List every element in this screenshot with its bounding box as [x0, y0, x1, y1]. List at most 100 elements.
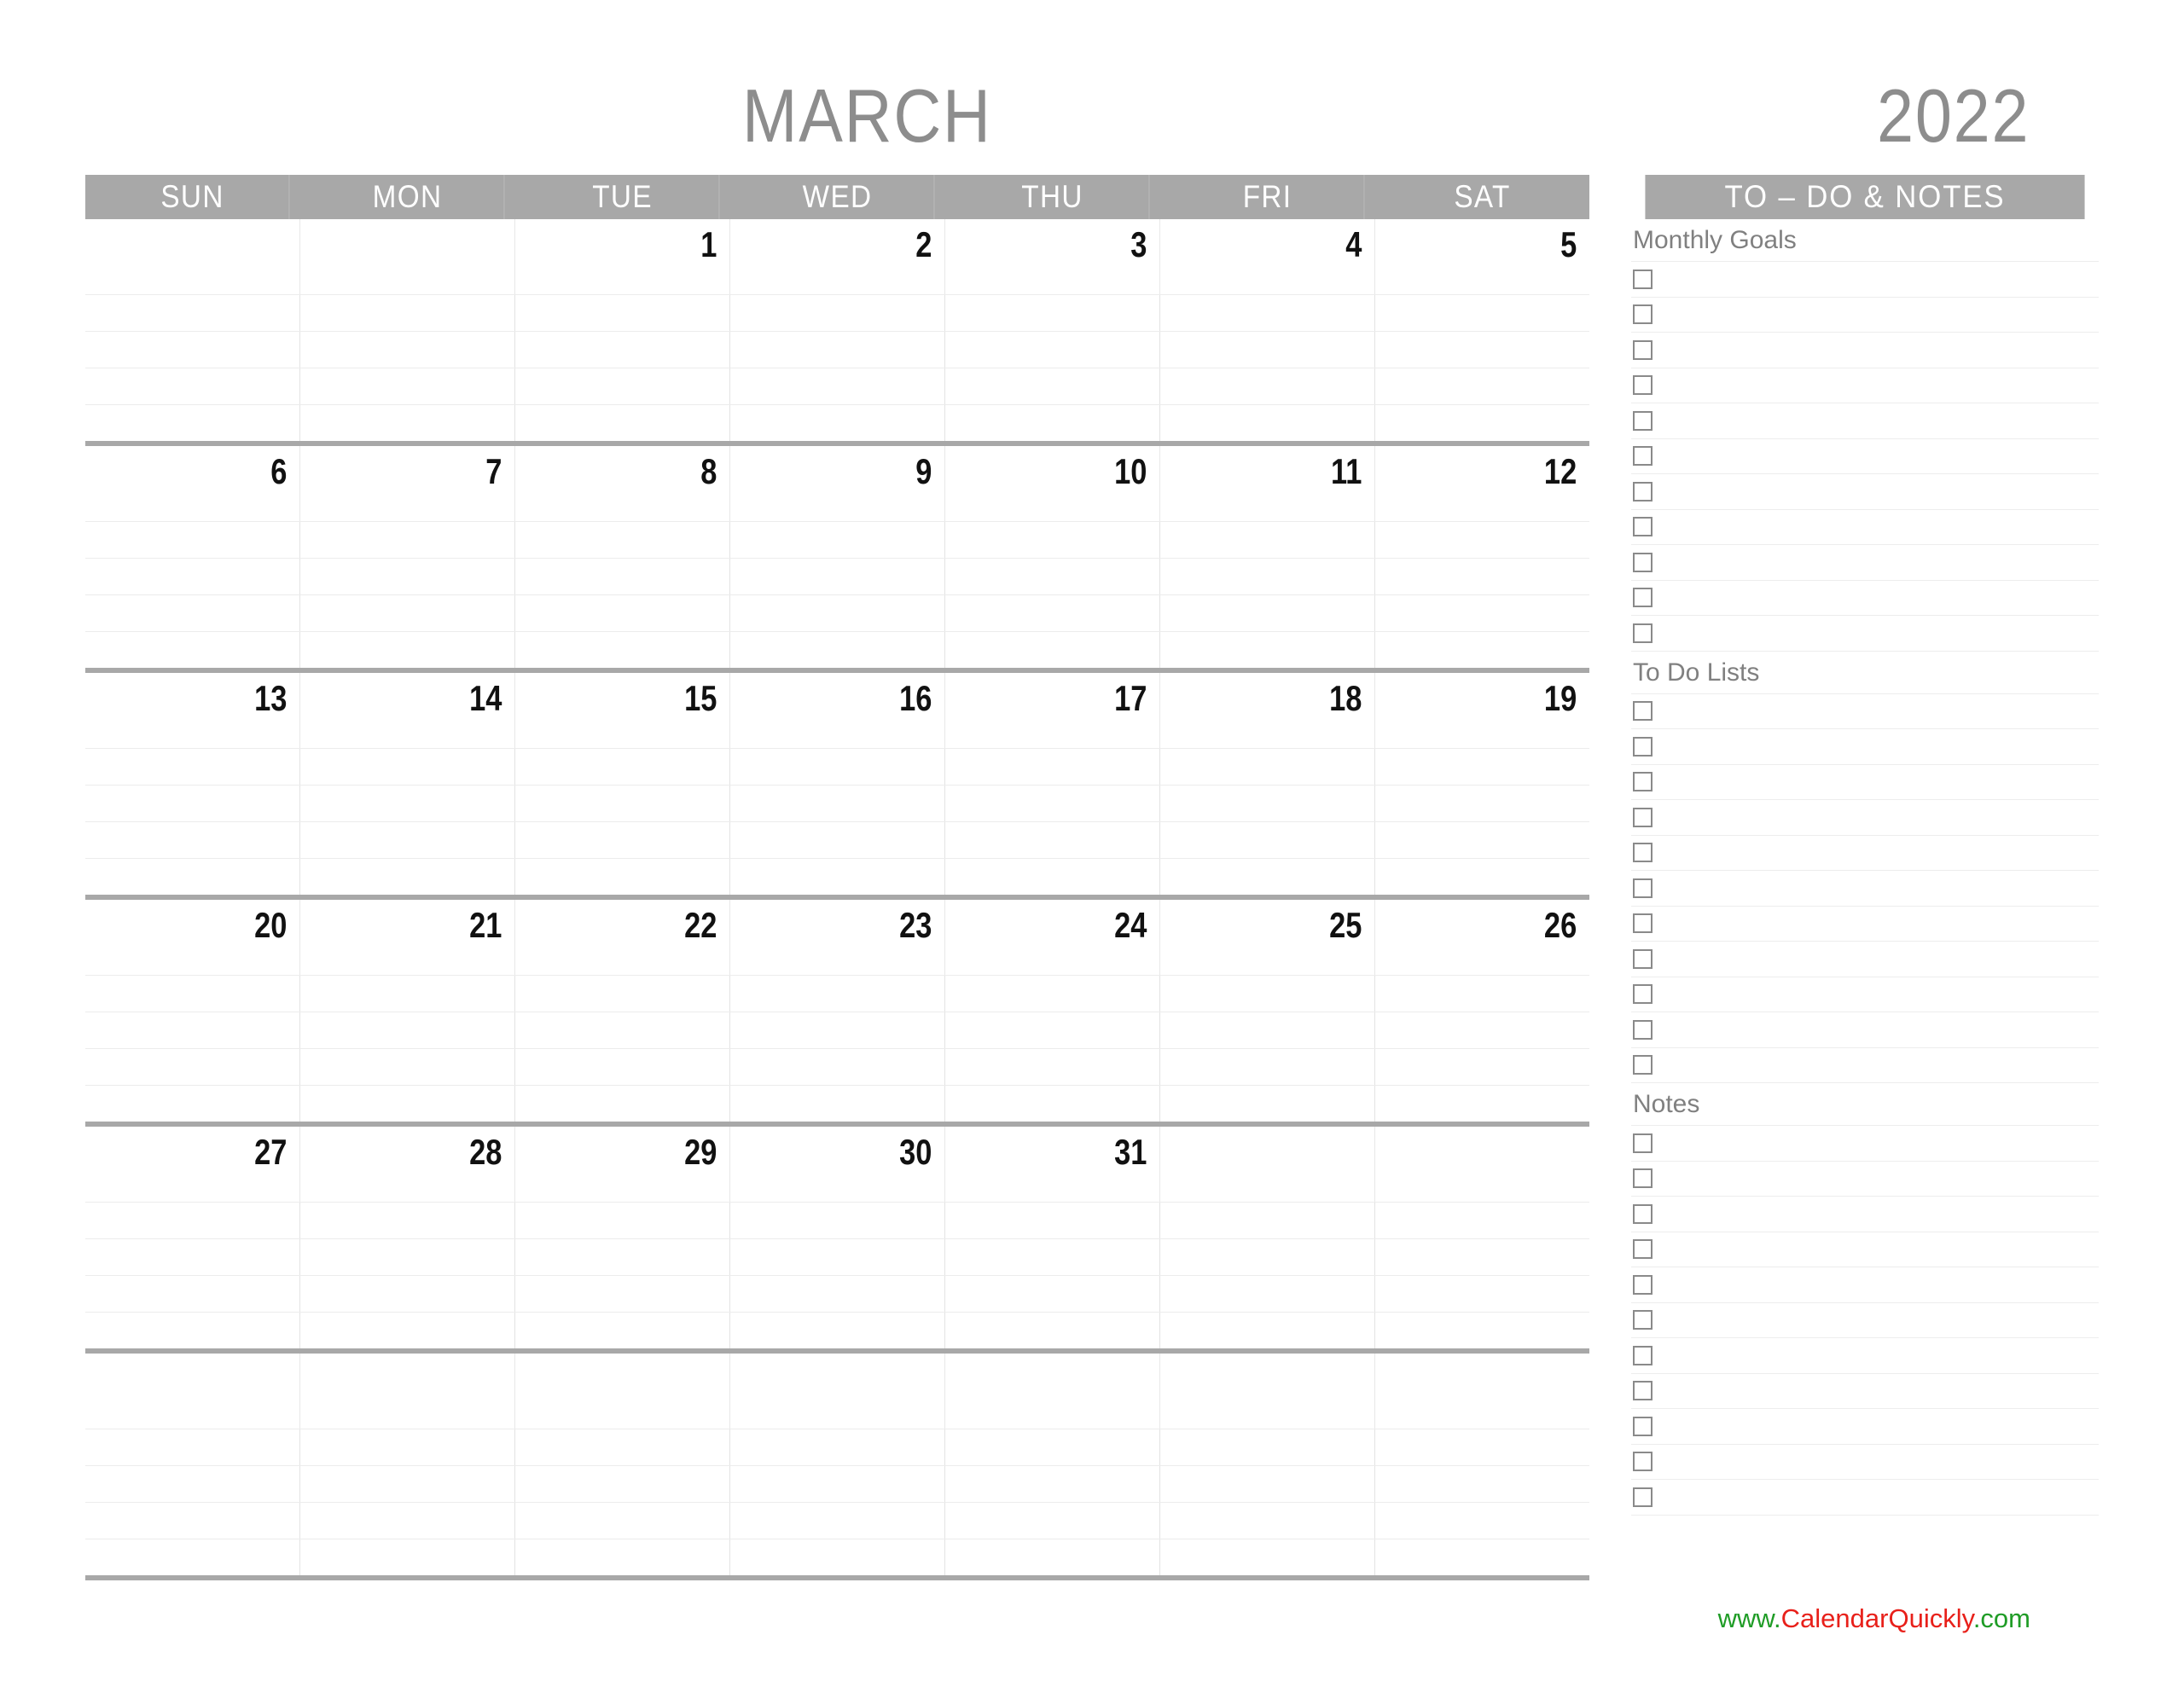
sidebar-checklist-row[interactable]: [1631, 474, 2099, 510]
calendar-writing-cell[interactable]: [300, 1429, 515, 1465]
calendar-writing-cell[interactable]: [1160, 1049, 1375, 1085]
calendar-writing-cell[interactable]: [730, 1429, 945, 1465]
checkbox-icon[interactable]: [1633, 913, 1653, 934]
sidebar-checklist-row[interactable]: [1631, 262, 2099, 298]
calendar-writing-cell[interactable]: [945, 822, 1160, 858]
calendar-writing-cell[interactable]: [515, 368, 730, 404]
calendar-writing-cell[interactable]: [1160, 1012, 1375, 1048]
calendar-writing-cell[interactable]: [730, 1503, 945, 1539]
sidebar-checklist-row[interactable]: [1631, 1409, 2099, 1445]
calendar-writing-cell[interactable]: [85, 976, 300, 1012]
calendar-writing-cell[interactable]: [1375, 1086, 1589, 1122]
calendar-writing-cell[interactable]: [1375, 522, 1589, 558]
sidebar-checklist-row[interactable]: [1631, 694, 2099, 729]
calendar-writing-cell[interactable]: [85, 786, 300, 821]
calendar-day-cell-empty[interactable]: [339, 219, 515, 294]
calendar-writing-cell[interactable]: [730, 368, 945, 404]
calendar-day-cell-2[interactable]: 2: [769, 219, 945, 294]
calendar-writing-cell[interactable]: [1160, 859, 1375, 895]
calendar-day-cell-25[interactable]: 25: [1199, 900, 1375, 975]
calendar-day-cell-26[interactable]: 26: [1414, 900, 1589, 975]
checkbox-icon[interactable]: [1633, 517, 1653, 537]
calendar-writing-cell[interactable]: [945, 368, 1160, 404]
sidebar-checklist-row[interactable]: [1631, 1445, 2099, 1480]
checkbox-icon[interactable]: [1633, 1452, 1653, 1472]
calendar-writing-cell[interactable]: [730, 405, 945, 441]
calendar-writing-cell[interactable]: [85, 295, 300, 331]
checkbox-icon[interactable]: [1633, 339, 1653, 360]
calendar-writing-cell[interactable]: [300, 749, 515, 785]
calendar-writing-cell[interactable]: [515, 976, 730, 1012]
calendar-writing-cell[interactable]: [730, 632, 945, 668]
sidebar-checklist-row[interactable]: [1631, 1267, 2099, 1303]
calendar-writing-cell[interactable]: [945, 976, 1160, 1012]
checkbox-icon[interactable]: [1633, 410, 1653, 431]
calendar-writing-cell[interactable]: [1160, 1276, 1375, 1312]
calendar-writing-cell[interactable]: [945, 405, 1160, 441]
calendar-writing-cell[interactable]: [945, 1466, 1160, 1502]
checkbox-icon[interactable]: [1633, 481, 1653, 501]
calendar-writing-cell[interactable]: [300, 522, 515, 558]
calendar-writing-cell[interactable]: [730, 1012, 945, 1048]
calendar-writing-cell[interactable]: [1375, 1049, 1589, 1085]
sidebar-checklist-row[interactable]: [1631, 1232, 2099, 1267]
calendar-writing-cell[interactable]: [515, 1012, 730, 1048]
calendar-writing-cell[interactable]: [300, 859, 515, 895]
calendar-day-cell-30[interactable]: 30: [769, 1127, 945, 1202]
calendar-writing-cell[interactable]: [515, 859, 730, 895]
calendar-writing-cell[interactable]: [730, 559, 945, 594]
checkbox-icon[interactable]: [1633, 304, 1653, 325]
calendar-day-cell-31[interactable]: 31: [984, 1127, 1160, 1202]
sidebar-checklist-row[interactable]: [1631, 942, 2099, 977]
calendar-day-cell-empty[interactable]: [339, 1354, 515, 1429]
calendar-writing-cell[interactable]: [85, 405, 300, 441]
calendar-writing-cell[interactable]: [945, 1239, 1160, 1275]
calendar-writing-cell[interactable]: [945, 295, 1160, 331]
calendar-writing-cell[interactable]: [730, 1239, 945, 1275]
calendar-writing-cell[interactable]: [85, 1012, 300, 1048]
calendar-writing-cell[interactable]: [1160, 1203, 1375, 1238]
calendar-writing-cell[interactable]: [515, 405, 730, 441]
calendar-day-cell-empty[interactable]: [1199, 1354, 1375, 1429]
calendar-writing-cell[interactable]: [730, 1049, 945, 1085]
sidebar-checklist-row[interactable]: [1631, 298, 2099, 333]
calendar-writing-cell[interactable]: [515, 1203, 730, 1238]
calendar-day-cell-16[interactable]: 16: [769, 673, 945, 748]
calendar-writing-cell[interactable]: [945, 632, 1160, 668]
calendar-writing-cell[interactable]: [945, 1049, 1160, 1085]
calendar-writing-cell[interactable]: [1160, 632, 1375, 668]
calendar-writing-cell[interactable]: [1375, 1503, 1589, 1539]
calendar-writing-cell[interactable]: [730, 1086, 945, 1122]
sidebar-checklist-row[interactable]: [1631, 403, 2099, 439]
calendar-day-cell-15[interactable]: 15: [554, 673, 730, 748]
calendar-writing-cell[interactable]: [1375, 1276, 1589, 1312]
calendar-writing-cell[interactable]: [85, 1086, 300, 1122]
calendar-day-cell-23[interactable]: 23: [769, 900, 945, 975]
calendar-writing-cell[interactable]: [1375, 332, 1589, 368]
calendar-writing-cell[interactable]: [730, 822, 945, 858]
calendar-writing-cell[interactable]: [1160, 559, 1375, 594]
calendar-writing-cell[interactable]: [300, 1313, 515, 1348]
calendar-writing-cell[interactable]: [730, 859, 945, 895]
calendar-writing-cell[interactable]: [515, 749, 730, 785]
calendar-writing-cell[interactable]: [1160, 1239, 1375, 1275]
checkbox-icon[interactable]: [1633, 736, 1653, 757]
calendar-writing-cell[interactable]: [85, 822, 300, 858]
calendar-writing-cell[interactable]: [1375, 786, 1589, 821]
calendar-writing-cell[interactable]: [515, 1086, 730, 1122]
calendar-writing-cell[interactable]: [1160, 1539, 1375, 1575]
calendar-writing-cell[interactable]: [515, 522, 730, 558]
calendar-day-cell-5[interactable]: 5: [1414, 219, 1589, 294]
sidebar-checklist-row[interactable]: [1631, 977, 2099, 1012]
calendar-day-cell-9[interactable]: 9: [769, 446, 945, 521]
sidebar-checklist-row[interactable]: [1631, 1480, 2099, 1516]
calendar-writing-cell[interactable]: [1375, 1466, 1589, 1502]
calendar-writing-cell[interactable]: [1160, 1466, 1375, 1502]
checkbox-icon[interactable]: [1633, 623, 1653, 643]
sidebar-checklist-row[interactable]: [1631, 368, 2099, 403]
calendar-writing-cell[interactable]: [85, 332, 300, 368]
calendar-day-cell-12[interactable]: 12: [1414, 446, 1589, 521]
calendar-writing-cell[interactable]: [300, 976, 515, 1012]
calendar-writing-cell[interactable]: [730, 749, 945, 785]
calendar-writing-cell[interactable]: [1375, 976, 1589, 1012]
